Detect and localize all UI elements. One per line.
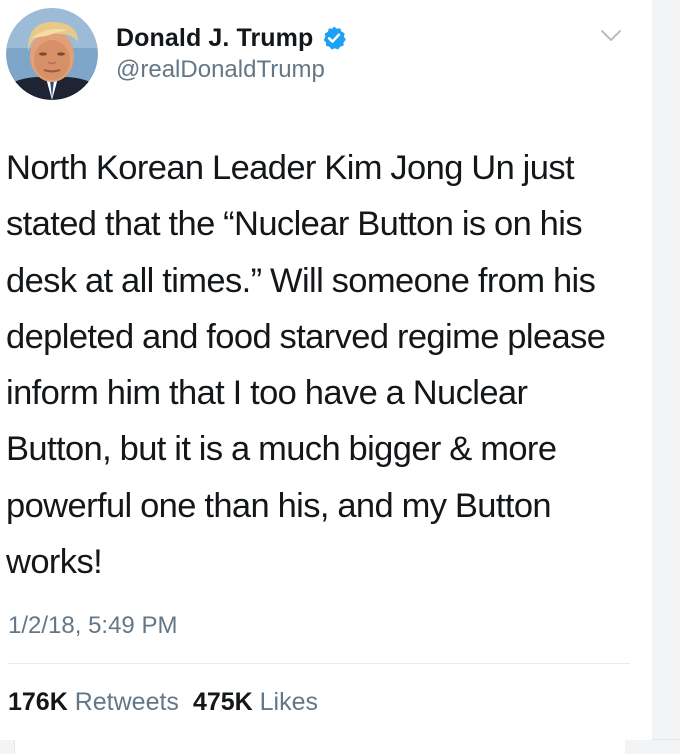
retweets-label: Retweets	[74, 688, 179, 716]
likes-stat[interactable]: 475K Likes	[193, 688, 318, 716]
avatar[interactable]	[6, 8, 98, 100]
next-tweet-edge	[0, 739, 680, 754]
name-row: Donald J. Trump	[116, 22, 347, 54]
retweets-count: 176K	[8, 688, 68, 716]
likes-label: Likes	[259, 688, 319, 716]
divider	[8, 663, 630, 664]
tweet-timestamp[interactable]: 1/2/18, 5:49 PM	[8, 612, 177, 640]
right-rail	[652, 0, 680, 754]
display-name[interactable]: Donald J. Trump	[116, 24, 313, 53]
verified-badge-icon	[321, 25, 347, 51]
tweet-card: Donald J. Trump @realDonaldTrump North K…	[0, 0, 652, 740]
user-handle[interactable]: @realDonaldTrump	[116, 56, 325, 84]
likes-count: 475K	[192, 688, 253, 716]
retweets-stat[interactable]: 176K Retweets	[8, 688, 179, 716]
chevron-down-icon[interactable]	[600, 28, 622, 44]
avatar-image	[6, 8, 98, 100]
tweet-text: North Korean Leader Kim Jong Un just sta…	[6, 149, 606, 582]
next-tweet-card	[14, 740, 625, 754]
tweet-stats: 176K Retweets 475K Likes	[8, 688, 318, 717]
